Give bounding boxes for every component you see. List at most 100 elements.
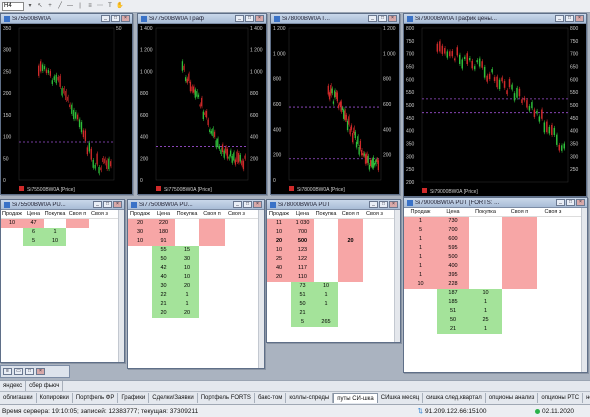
buy-qty-cell[interactable] — [469, 244, 502, 253]
buy-qty-cell[interactable] — [314, 228, 338, 237]
sell-qty-cell[interactable]: 10 — [267, 228, 291, 237]
buy-qty-cell[interactable] — [314, 237, 338, 246]
price-cell[interactable]: 600 — [437, 235, 469, 244]
buy-qty-cell[interactable] — [175, 228, 199, 237]
own-order-cell[interactable] — [338, 300, 363, 309]
chart-window-1[interactable]: Si75500BW0A _ □ × 350 300 250 200 150 100 50 0 50 S… — [0, 13, 133, 195]
close-button[interactable]: × — [255, 15, 264, 22]
own-order-cell[interactable] — [225, 300, 248, 309]
chart-window-titlebar[interactable]: Si78000BW0A Г... _ □ × — [271, 14, 399, 24]
orderbook-row[interactable]: 5 265 — [267, 318, 400, 327]
own-order-cell[interactable] — [338, 246, 363, 255]
own-order-cell[interactable] — [502, 235, 537, 244]
minimized-window[interactable]: ≡ ▭ □ × — [0, 365, 70, 378]
buy-qty-cell[interactable]: 1 — [44, 228, 66, 237]
own-order-cell[interactable] — [537, 253, 569, 262]
own-order-cell[interactable] — [66, 228, 89, 237]
own-order-cell[interactable] — [537, 271, 569, 280]
workspace-tab[interactable]: опционы РТС — [538, 393, 584, 403]
sell-qty-cell[interactable]: 5 — [404, 226, 437, 235]
price-chart[interactable]: 1 400 1 200 1 000 800 600 400 200 0 1 400 1 200 1 … — [138, 24, 266, 194]
sell-qty-cell[interactable]: 30 — [128, 228, 152, 237]
price-cell[interactable]: 180 — [152, 228, 175, 237]
own-order-cell[interactable] — [225, 309, 248, 318]
own-order-cell[interactable] — [502, 298, 537, 307]
buy-qty-cell[interactable] — [314, 246, 338, 255]
own-order-cell[interactable] — [199, 264, 225, 273]
maximize-button[interactable]: □ — [111, 15, 120, 22]
orderbook-table[interactable]: Продаж Цена Покупка Своя п Своя з 10 47 6 1 5 10 — [1, 210, 124, 362]
own-order-cell[interactable] — [363, 255, 386, 264]
own-order-cell[interactable] — [537, 226, 569, 235]
maximize-button[interactable]: □ — [566, 199, 575, 206]
buy-qty-cell[interactable] — [469, 235, 502, 244]
scrollbar[interactable] — [581, 208, 587, 372]
orderbook-row[interactable]: 73 10 — [267, 282, 400, 291]
buy-qty-cell[interactable]: 20 — [175, 282, 199, 291]
own-order-cell[interactable] — [338, 318, 363, 327]
column-header[interactable]: Своя п — [66, 210, 89, 219]
own-order-cell[interactable] — [502, 226, 537, 235]
orderbook-row[interactable]: 1 730 — [404, 217, 587, 226]
buy-qty-cell[interactable] — [175, 219, 199, 228]
sell-qty-cell[interactable] — [267, 291, 291, 300]
sell-qty-cell[interactable]: 1 — [404, 253, 437, 262]
price-cell[interactable]: 51 — [437, 307, 469, 316]
own-order-cell[interactable] — [363, 219, 386, 228]
buy-qty-cell[interactable]: 10 — [314, 282, 338, 291]
own-order-cell[interactable] — [363, 318, 386, 327]
own-order-cell[interactable] — [363, 309, 386, 318]
orderbook-row[interactable]: 50 25 — [404, 316, 587, 325]
arrow-icon[interactable]: ↖ — [36, 2, 44, 10]
own-order-cell[interactable] — [537, 289, 569, 298]
workspace-tab[interactable]: Графики — [118, 393, 150, 403]
workspace-tab[interactable]: Сделки/Заявки — [149, 393, 198, 403]
column-header[interactable]: Продаж — [267, 210, 291, 219]
column-header[interactable]: Продаж — [128, 210, 152, 219]
orderbook-row[interactable]: 40 117 — [267, 264, 400, 273]
own-order-cell[interactable] — [89, 237, 110, 246]
own-order-cell[interactable] — [89, 228, 110, 237]
price-cell[interactable]: 22 — [152, 291, 175, 300]
sell-qty-cell[interactable] — [267, 300, 291, 309]
price-cell[interactable]: 51 — [291, 291, 314, 300]
orderbook-row[interactable]: 1 600 — [404, 235, 587, 244]
sell-qty-cell[interactable]: 1 — [404, 235, 437, 244]
price-cell[interactable]: 123 — [291, 246, 314, 255]
buy-qty-cell[interactable]: 1 — [314, 291, 338, 300]
own-order-cell[interactable] — [89, 219, 110, 228]
sell-qty-cell[interactable]: 10 — [404, 280, 437, 289]
buy-qty-cell[interactable] — [314, 219, 338, 228]
minimize-button[interactable]: _ — [233, 201, 242, 208]
own-order-cell[interactable] — [338, 228, 363, 237]
orderbook-row[interactable]: 20 110 — [267, 273, 400, 282]
own-order-cell[interactable] — [66, 237, 89, 246]
orderbook-row[interactable]: 51 1 — [267, 291, 400, 300]
orderbook-row[interactable]: 1 595 — [404, 244, 587, 253]
column-header[interactable]: Цена — [437, 208, 469, 217]
own-order-cell[interactable] — [199, 309, 225, 318]
sell-qty-cell[interactable] — [1, 237, 23, 246]
chart-window-2[interactable]: Si77500BW0A Граф _ □ × 1 400 1 200 1 000 800 6… — [137, 13, 267, 195]
close-button[interactable]: × — [253, 201, 262, 208]
price-cell[interactable]: 47 — [23, 219, 44, 228]
column-header[interactable]: Цена — [291, 210, 314, 219]
price-cell[interactable]: 21 — [291, 309, 314, 318]
scrollbar[interactable] — [118, 210, 124, 362]
orderbook-window-1[interactable]: Si75500BW0A PU... _ □ × Продаж Цена Покупка С… — [0, 199, 125, 363]
chart-window-4[interactable]: Si79000BW0A График цены... _ □ × 800 750 700… — [403, 13, 587, 197]
restore-button[interactable]: ▭ — [14, 368, 23, 375]
sell-qty-cell[interactable]: 25 — [267, 255, 291, 264]
minimize-button[interactable]: _ — [101, 15, 110, 22]
close-button[interactable]: × — [121, 15, 130, 22]
column-header[interactable]: Покупка — [314, 210, 338, 219]
sell-qty-cell[interactable] — [128, 282, 152, 291]
orderbook-window-2[interactable]: Si77500BW0A PU... _ □ × Продаж Цена Покупка С… — [127, 199, 265, 369]
buy-qty-cell[interactable]: 10 — [44, 237, 66, 246]
own-order-cell[interactable] — [225, 228, 248, 237]
fibo-icon[interactable]: ⋯ — [96, 2, 104, 10]
buy-qty-cell[interactable]: 10 — [175, 264, 199, 273]
column-header[interactable]: Своя з — [537, 208, 569, 217]
own-order-cell[interactable] — [225, 291, 248, 300]
own-order-cell[interactable] — [338, 273, 363, 282]
